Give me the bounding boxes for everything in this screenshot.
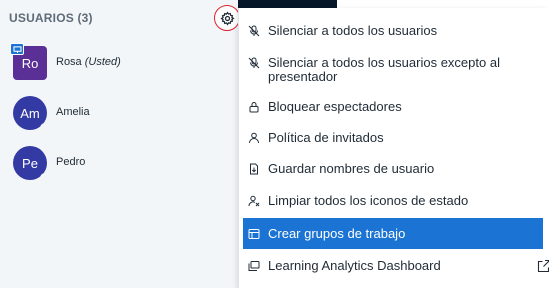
clear-status-icon — [246, 194, 261, 208]
menu-item-label: Limpiar todos los iconos de estado — [268, 193, 469, 208]
download-file-icon — [246, 162, 261, 176]
avatar: Pe — [13, 146, 50, 183]
user-name-text: Pedro — [56, 156, 86, 168]
lock-icon — [246, 100, 261, 114]
avatar-initials: Pe — [22, 155, 38, 171]
menu-item-label: Política de invitados — [268, 130, 384, 145]
menu-item-save-usernames[interactable]: Guardar nombres de usuario — [243, 162, 543, 176]
menu-item-clear-status[interactable]: Limpiar todos los iconos de estado — [243, 194, 543, 208]
menu-item-mute-all[interactable]: Silenciar a todos los usuarios — [243, 24, 543, 38]
user-list-item[interactable]: Pe Pedro — [13, 146, 233, 183]
user-name-text: Rosa — [56, 56, 82, 68]
user-list-item[interactable]: Am Amelia — [13, 96, 233, 133]
menu-item-label: Crear grupos de trabajo — [268, 225, 406, 241]
menu-item-mute-all-except-presenter[interactable]: Silenciar a todos los usuarios excepto a… — [243, 56, 513, 84]
menu-item-label: Learning Analytics Dashboard — [268, 258, 441, 273]
users-panel: USUARIOS (3) Ro Rosa (Usted) Am Amelia P… — [0, 0, 240, 288]
menu-item-label: Bloquear espectadores — [268, 99, 402, 114]
menu-item-lock-viewers[interactable]: Bloquear espectadores — [243, 100, 543, 114]
mic-off-icon — [246, 56, 261, 70]
user-settings-button[interactable] — [214, 5, 240, 31]
user-name: Pedro — [56, 156, 85, 168]
user-options-menu: Silenciar a todos los usuarios Silenciar… — [238, 8, 549, 288]
external-link-icon — [537, 259, 549, 273]
menu-item-label: Silenciar a todos los usuarios — [268, 23, 438, 38]
rooms-icon — [246, 227, 261, 241]
user-name-text: Amelia — [56, 106, 90, 118]
menu-item-guest-policy[interactable]: Política de invitados — [243, 131, 543, 145]
user-list-item[interactable]: Ro Rosa (Usted) — [10, 43, 233, 80]
avatar-initials: Am — [20, 105, 40, 121]
avatar: Am — [13, 96, 50, 133]
user-you-label: (Usted) — [84, 56, 121, 68]
avatar-initials: Ro — [21, 55, 39, 71]
user-icon — [246, 131, 261, 145]
menu-item-label: Guardar nombres de usuario — [268, 161, 435, 176]
menu-item-label: Silenciar a todos los usuarios excepto a… — [268, 55, 500, 84]
users-header: USUARIOS (3) — [9, 11, 93, 25]
dashboard-icon — [246, 259, 261, 273]
menu-item-learning-analytics-dashboard[interactable]: Learning Analytics Dashboard — [243, 258, 549, 273]
gear-icon — [219, 10, 235, 26]
menu-item-create-breakout-rooms[interactable]: Crear grupos de trabajo — [243, 218, 543, 249]
presentation-area-edge — [238, 0, 337, 8]
mic-off-icon — [246, 24, 261, 38]
user-name: Rosa (Usted) — [56, 56, 121, 68]
user-name: Amelia — [56, 106, 90, 118]
avatar: Ro — [10, 43, 47, 80]
presenter-badge-icon — [10, 43, 24, 55]
